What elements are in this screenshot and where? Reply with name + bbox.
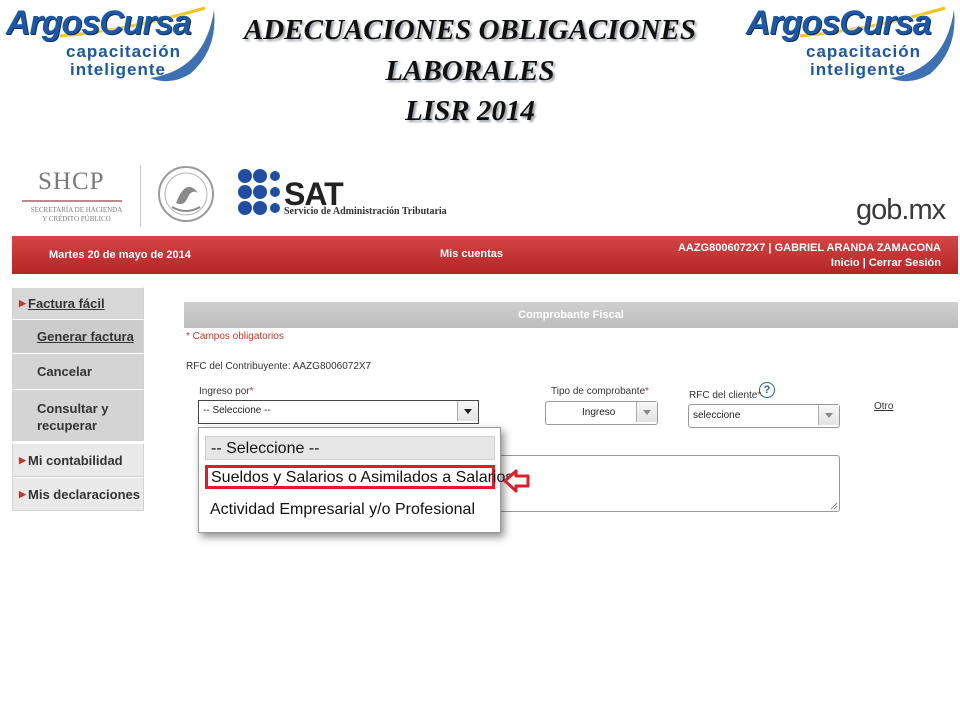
red-pointer-arrow-icon: [503, 469, 530, 493]
comprobante-fiscal-header: Comprobante Fiscal: [184, 302, 958, 328]
argoscursa-logo-left: ArgosCursa capacitación inteligente: [0, 0, 218, 84]
dropdown-option-seleccione[interactable]: -- Seleccione --: [205, 436, 495, 460]
logo-brand: ArgosCursa: [6, 4, 192, 42]
section-title: Comprobante Fiscal: [518, 309, 624, 321]
shcp-text: SHCP: [38, 168, 105, 195]
caret-right-icon: ▶: [19, 489, 26, 499]
shcp-subtitle-line-1: SECRETARÍA DE HACIENDA: [30, 206, 123, 214]
navbar-user: AAZG8006072X7 | GABRIEL ARANDA ZAMACONA: [677, 242, 941, 254]
sidebar-item-factura-facil[interactable]: ▶ Factura fácil: [12, 287, 144, 319]
shcp-logo: SHCP SECRETARÍA DE HACIENDA Y CRÉDITO PÚ…: [22, 168, 137, 228]
shcp-subtitle: SECRETARÍA DE HACIENDA Y CRÉDITO PÚBLICO: [24, 206, 129, 224]
slide-title-line-1: ADECUACIONES OBLIGACIONES: [243, 14, 697, 46]
navbar-section-title: Mis cuentas: [440, 248, 503, 260]
gobmx-logo: gob.mx: [856, 194, 946, 226]
sidebar-item-cancelar[interactable]: Cancelar: [12, 353, 144, 389]
tipo-comprobante-label: Tipo de comprobante*: [551, 386, 650, 397]
dropdown-toggle[interactable]: [457, 401, 478, 421]
rfc-cliente-select[interactable]: seleccione: [688, 404, 840, 428]
dropdown-toggle[interactable]: [636, 402, 657, 422]
chevron-down-icon: [825, 413, 833, 418]
sidebar-item-mi-contabilidad[interactable]: ▶ Mi contabilidad: [12, 443, 144, 477]
dropdown-option-actividad-empresarial[interactable]: Actividad Empresarial y/o Profesional: [205, 498, 495, 522]
caret-right-icon: ▶: [19, 298, 26, 308]
sidebar-label: Consultar y: [37, 401, 109, 416]
select-value: -- Seleccione --: [203, 405, 271, 416]
sat-dots-logo-icon: [238, 169, 280, 215]
navbar-links: Inicio | Cerrar Sesión: [831, 257, 941, 269]
rfc-contribuyente: RFC del Contribuyente: AAZG8006072X7: [186, 361, 372, 372]
inicio-link[interactable]: Inicio: [831, 257, 860, 269]
cerrar-sesion-link[interactable]: Cerrar Sesión: [869, 257, 941, 269]
resize-grip-icon[interactable]: [830, 502, 838, 510]
slide-title-line-3: LISR 2014: [405, 95, 535, 127]
caret-right-icon: ▶: [19, 455, 26, 465]
sat-subtitle: Servicio de Administración Tributaria: [284, 206, 447, 217]
logo-brand: ArgosCursa: [746, 4, 932, 42]
ingreso-por-select[interactable]: -- Seleccione --: [198, 400, 479, 424]
description-textarea[interactable]: [495, 455, 840, 512]
navbar-date: Martes 20 de mayo de 2014: [49, 249, 191, 261]
help-icon[interactable]: ?: [759, 382, 775, 398]
sidebar-label: Mi contabilidad: [28, 453, 123, 468]
navbar-separator: |: [862, 257, 866, 269]
logo-tagline-1: capacitación: [806, 42, 921, 61]
ingreso-por-label: Ingreso por*: [199, 386, 254, 397]
sidebar-label: Factura fácil: [28, 296, 105, 311]
ingreso-por-dropdown-list: -- Seleccione -- Sueldos y Salarios o As…: [198, 427, 513, 533]
required-fields-note: * Campos obligatorios: [186, 331, 284, 342]
dropdown-toggle[interactable]: [818, 405, 839, 425]
select-value: Ingreso: [582, 407, 616, 418]
top-navbar: Martes 20 de mayo de 2014 Mis cuentas AA…: [12, 236, 958, 274]
chevron-down-icon: [643, 410, 651, 415]
sidebar-label: recuperar: [37, 418, 97, 433]
select-value: seleccione: [693, 410, 741, 421]
tipo-comprobante-select[interactable]: Ingreso: [545, 401, 658, 425]
mexico-seal-icon: [158, 166, 214, 222]
header-divider: [140, 165, 141, 227]
sidebar-label: Mis declaraciones: [28, 487, 140, 502]
logo-tagline-2: inteligente: [70, 60, 167, 79]
sidebar-item-mis-declaraciones[interactable]: ▶ Mis declaraciones: [12, 477, 144, 511]
dropdown-option-sueldos-salarios[interactable]: Sueldos y Salarios o Asimilados a Salari…: [205, 465, 513, 489]
shcp-subtitle-line-2: Y CRÉDITO PÚBLICO: [42, 215, 111, 223]
sidebar-item-generar-factura[interactable]: Generar factura: [12, 319, 144, 353]
left-sidebar: ▶ Factura fácil Generar factura Cancelar…: [12, 287, 144, 511]
logo-tagline-1: capacitación: [66, 42, 181, 61]
rfc-cliente-label: RFC del cliente*: [689, 390, 762, 401]
argoscursa-logo-right: ArgosCursa capacitación inteligente: [740, 0, 958, 84]
chevron-down-icon: [464, 409, 472, 414]
slide-title-line-2: LABORALES: [385, 55, 555, 87]
otro-link[interactable]: Otro: [874, 401, 893, 412]
sidebar-item-consultar-recuperar[interactable]: Consultar y recuperar: [12, 389, 144, 441]
logo-tagline-2: inteligente: [810, 60, 907, 79]
